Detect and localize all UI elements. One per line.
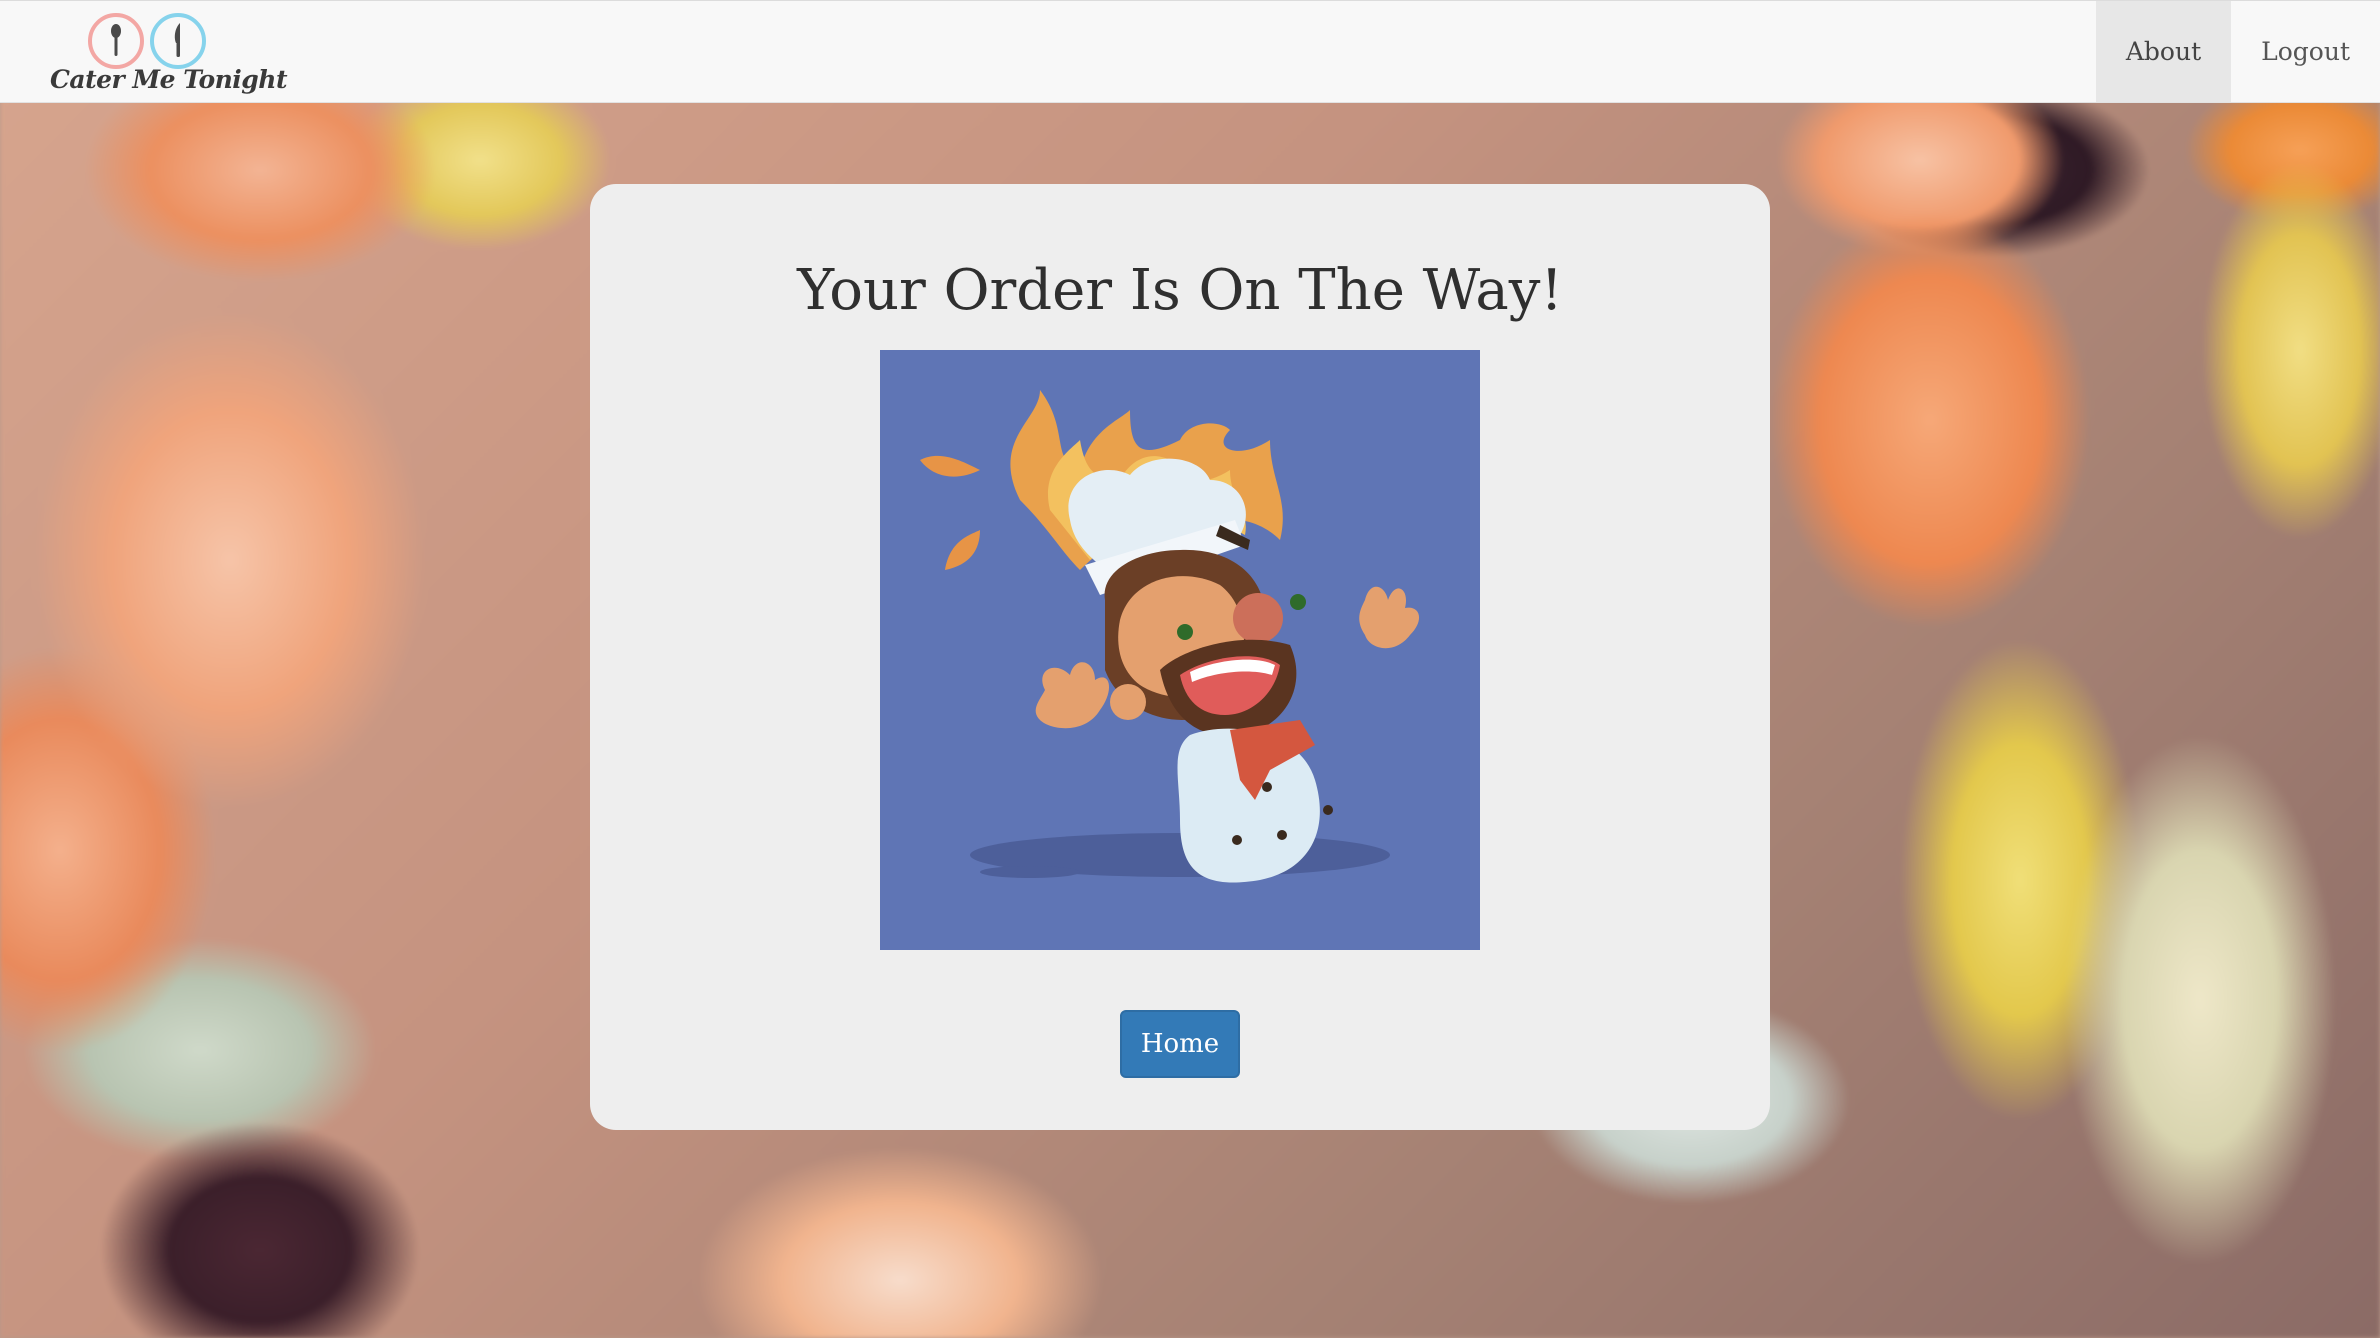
knife-icon — [174, 23, 180, 57]
page-title: Your Order Is On The Way! — [797, 258, 1563, 323]
chef-illustration — [880, 350, 1480, 950]
knife-logo-circle — [150, 13, 206, 69]
top-navbar: Cater Me Tonight About Logout — [0, 0, 2380, 103]
nav-about-link[interactable]: About — [2095, 1, 2232, 102]
spoon-logo-circle — [88, 13, 144, 69]
home-button[interactable]: Home — [1120, 1010, 1240, 1078]
spoon-icon — [111, 24, 121, 56]
brand-name: Cater Me Tonight — [50, 65, 288, 94]
brand-logo[interactable]: Cater Me Tonight — [44, 9, 288, 97]
nav-links: About Logout — [2095, 1, 2380, 102]
nav-logout-link[interactable]: Logout — [2231, 1, 2380, 102]
order-status-card: Your Order Is On The Way! Home — [590, 184, 1770, 1130]
panicked-chef-icon — [920, 390, 1420, 883]
